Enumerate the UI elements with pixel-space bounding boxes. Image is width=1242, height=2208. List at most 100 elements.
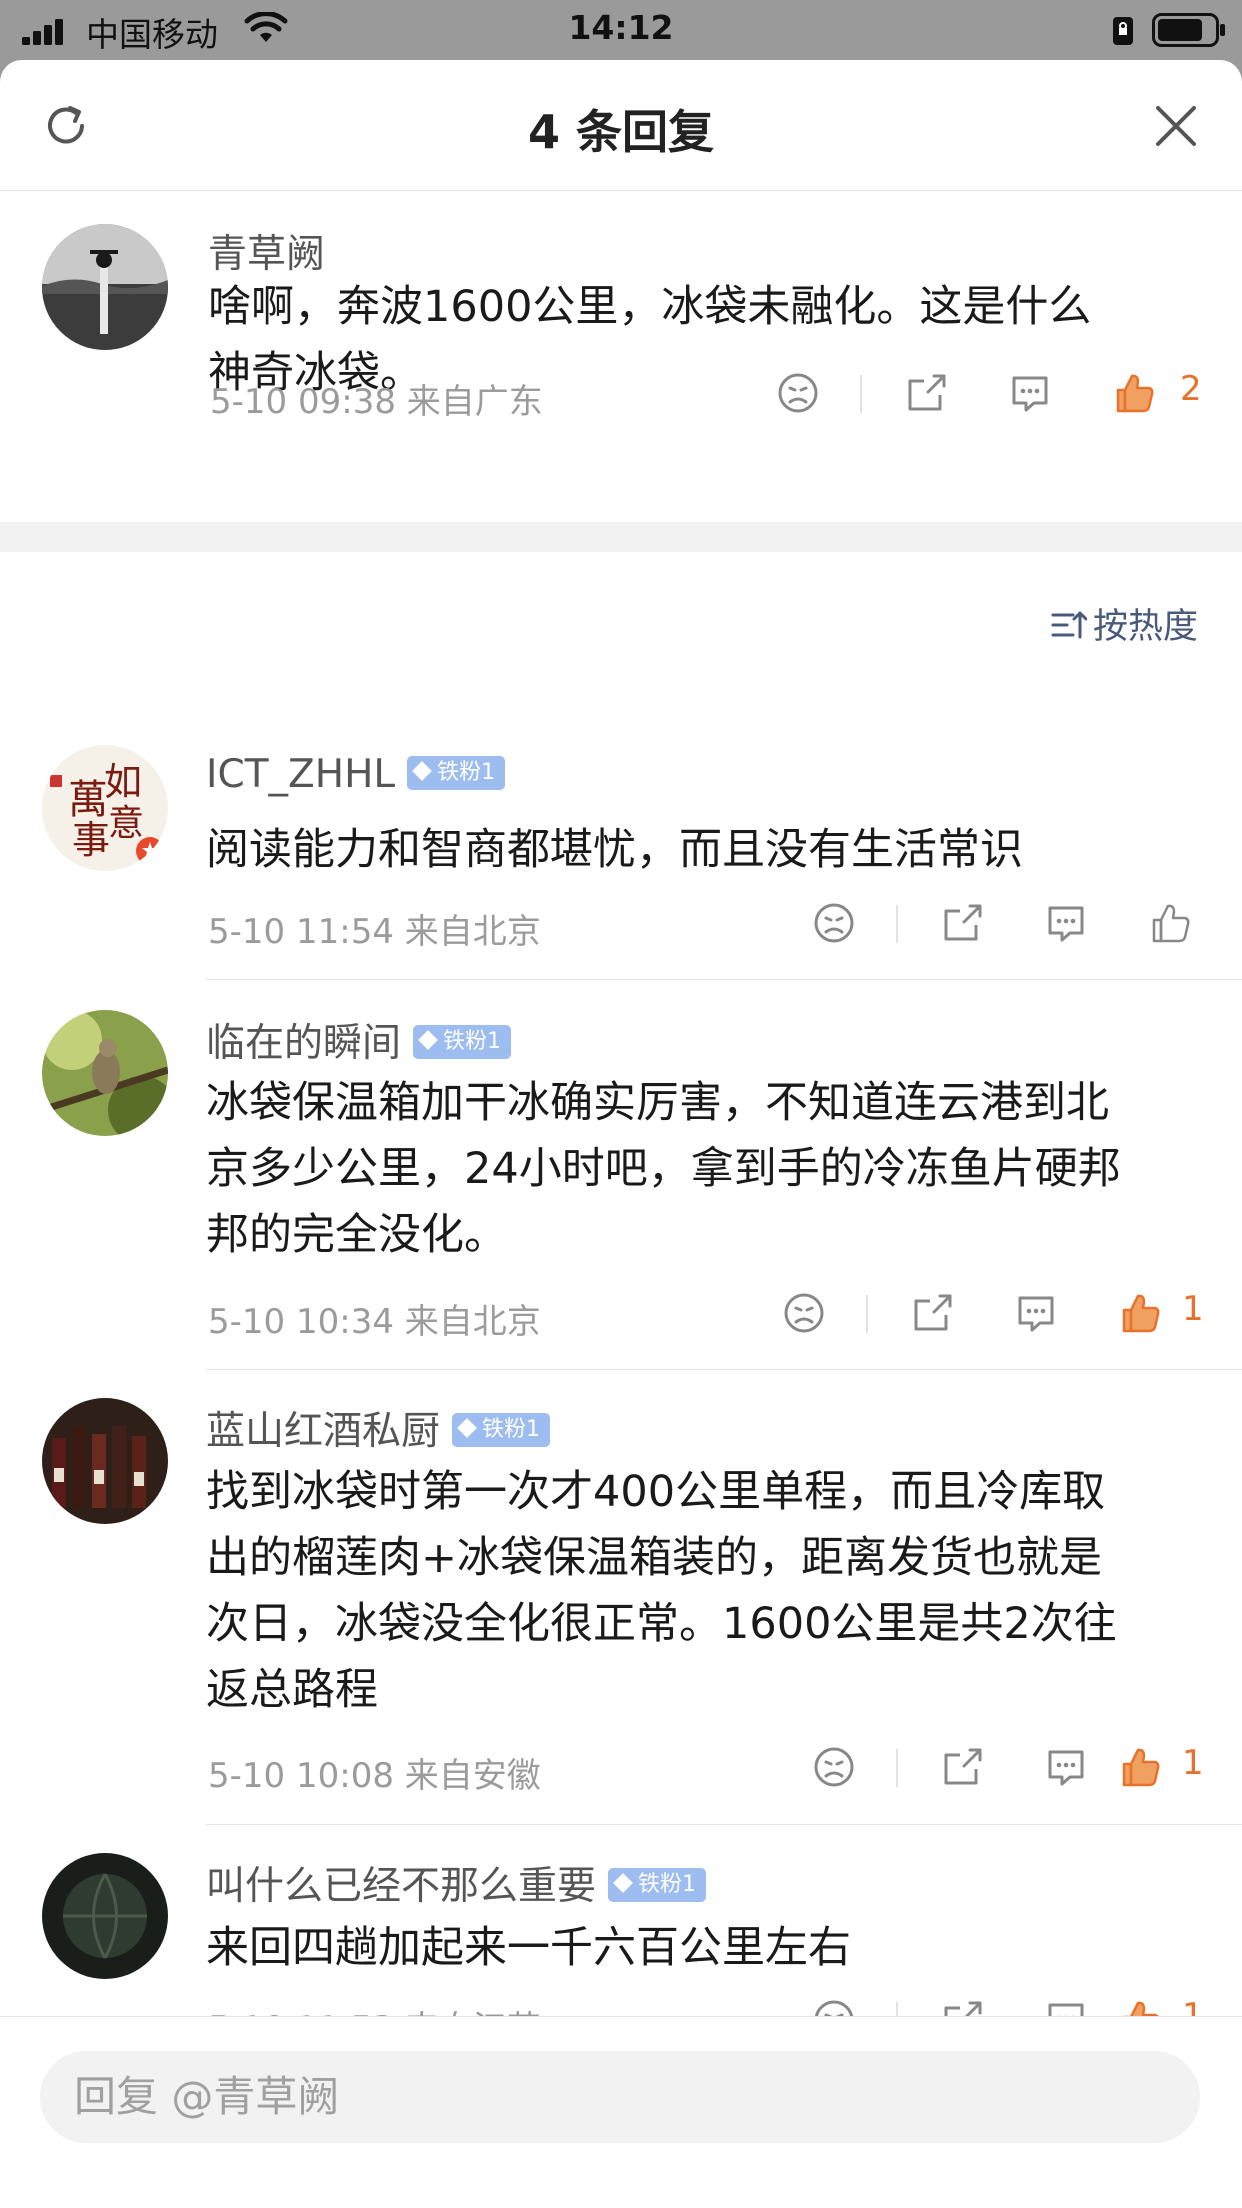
reply-item: 蓝山红酒私厨 铁粉1 找到冰袋时第一次才400公里单程，而且冷库取 出的榴莲肉+冰… <box>0 1370 1242 1825</box>
diamond-icon <box>418 1029 438 1050</box>
divider <box>896 1749 898 1787</box>
battery-icon <box>1152 13 1225 47</box>
diamond-icon <box>613 1872 633 1893</box>
comment-time: 5-10 10:08 <box>208 1756 394 1796</box>
comment-time: 5-10 10:34 <box>208 1302 394 1342</box>
sort-icon <box>1051 611 1087 639</box>
comment-icon[interactable] <box>1044 901 1088 945</box>
like-icon[interactable] <box>1118 1291 1162 1335</box>
content-line: 啥啊，奔波1600公里，冰袋未融化。这是什么 <box>208 282 1092 332</box>
avatar[interactable]: 萬 如 事 意 <box>42 745 168 871</box>
comment-meta: 5-10 10:08 来自安徽 <box>208 1748 541 1797</box>
comment-username[interactable]: 蓝山红酒私厨 铁粉1 <box>206 1400 551 1456</box>
username-text: 叫什么已经不那么重要 <box>206 1864 597 1909</box>
comment-content: 阅读能力和智商都堪忧，而且没有生活常识 <box>206 817 1206 883</box>
like-icon[interactable] <box>1112 371 1156 415</box>
comment-actions: 1 <box>782 1289 1212 1341</box>
page-title: 4 条回复 <box>527 105 715 159</box>
share-icon[interactable] <box>904 371 948 415</box>
share-icon[interactable] <box>940 901 984 945</box>
sort-button[interactable]: 按热度 <box>1051 598 1198 647</box>
username-text: ICT_ZHHL <box>206 752 396 797</box>
avatar[interactable] <box>42 1010 168 1136</box>
comment-location: 来自北京 <box>404 1302 541 1342</box>
diamond-icon <box>457 1417 477 1438</box>
divider <box>866 1295 868 1333</box>
content-line: 阅读能力和智商都堪忧，而且没有生活常识 <box>206 825 1023 875</box>
avatar[interactable] <box>42 1853 168 1979</box>
comment-content: 冰袋保温箱加干冰确实厉害，不知道连云港到北 京多少公里，24小时吧，拿到手的冷冻… <box>206 1070 1206 1268</box>
comment-time: 5-10 09:38 <box>210 382 396 422</box>
fan-badge: 铁粉1 <box>608 1867 707 1902</box>
divider <box>896 905 898 943</box>
comment-content: 来回四趟加起来一千六百公里左右 <box>206 1915 1206 1981</box>
comment-actions: 2 <box>776 369 1206 421</box>
like-count: 1 <box>1182 1743 1204 1783</box>
comment-username[interactable]: 临在的瞬间 铁粉1 <box>206 1012 512 1068</box>
status-bar: 中国移动 14:12 <box>0 0 1242 60</box>
content-line: 京多少公里，24小时吧，拿到手的冷冻鱼片硬邦 <box>206 1144 1121 1194</box>
diamond-icon <box>412 760 433 781</box>
avatar[interactable] <box>42 224 168 350</box>
like-count: 1 <box>1182 1289 1204 1329</box>
divider <box>860 375 862 413</box>
sort-label: 按热度 <box>1092 607 1198 647</box>
svg-text:意: 意 <box>108 803 144 844</box>
share-icon[interactable] <box>940 1745 984 1789</box>
username-text: 临在的瞬间 <box>206 1021 402 1066</box>
badge-label: 铁粉1 <box>443 1028 502 1054</box>
badge-label: 铁粉1 <box>482 1416 541 1442</box>
comment-actions: 1 <box>812 1743 1212 1795</box>
comment-location: 来自安徽 <box>404 1756 541 1796</box>
comment-content: 找到冰袋时第一次才400公里单程，而且冷库取 出的榴莲肉+冰袋保温箱装的，距离发… <box>206 1459 1206 1723</box>
share-icon[interactable] <box>910 1291 954 1335</box>
comment-actions <box>812 901 1212 951</box>
comment-location: 来自北京 <box>404 912 541 952</box>
avatar[interactable] <box>42 1398 168 1524</box>
fan-badge: 铁粉1 <box>452 1412 551 1447</box>
comment-username[interactable]: ICT_ZHHL 铁粉1 <box>206 752 506 797</box>
content-line: 找到冰袋时第一次才400公里单程，而且冷库取 <box>206 1467 1106 1517</box>
comment-time: 5-10 11:54 <box>208 912 394 952</box>
clock-time: 14:12 <box>568 8 674 47</box>
comment-meta: 5-10 09:38 来自广东 <box>210 374 543 423</box>
svg-text:事: 事 <box>72 818 110 862</box>
close-icon[interactable] <box>1152 102 1200 150</box>
root-comment: 青草阙 啥啊，奔波1600公里，冰袋未融化。这是什么 神奇冰袋。 5-10 09… <box>0 191 1242 521</box>
content-line: 冰袋保温箱加干冰确实厉害，不知道连云港到北 <box>206 1078 1109 1128</box>
svg-text:如: 如 <box>104 760 142 804</box>
dislike-icon[interactable] <box>776 371 820 415</box>
comment-username[interactable]: 青草阙 <box>208 223 325 279</box>
comment-meta: 5-10 11:54 来自北京 <box>208 904 541 953</box>
reply-item: 临在的瞬间 铁粉1 冰袋保温箱加干冰确实厉害，不知道连云港到北 京多少公里，24小… <box>0 980 1242 1370</box>
reply-item: 萬 如 事 意 ICT_ZHHL 铁粉1 阅读能力和智商都堪忧，而且没有生活常识 … <box>0 690 1242 980</box>
replies-sheet: 4 条回复 青草阙 啥啊，奔波1600公里，冰袋未融化。这是什么 神奇冰袋。 5… <box>0 60 1242 2208</box>
comment-username[interactable]: 叫什么已经不那么重要 铁粉1 <box>206 1855 707 1911</box>
comment-icon[interactable] <box>1014 1291 1058 1335</box>
reply-input[interactable]: 回复 @青草阙 <box>40 2051 1200 2143</box>
like-icon[interactable] <box>1118 1745 1162 1789</box>
fan-badge: 铁粉1 <box>407 755 506 790</box>
badge-label: 铁粉1 <box>638 1871 697 1897</box>
content-line: 邦的完全没化。 <box>206 1210 507 1260</box>
like-count: 2 <box>1180 369 1202 409</box>
content-line: 出的榴莲肉+冰袋保温箱装的，距离发货也就是 <box>206 1533 1103 1583</box>
username-text: 蓝山红酒私厨 <box>206 1409 441 1454</box>
comment-meta: 5-10 10:34 来自北京 <box>208 1294 541 1343</box>
reply-footer: 回复 @青草阙 <box>0 2016 1242 2149</box>
dislike-icon[interactable] <box>812 901 856 945</box>
section-gap <box>0 522 1242 552</box>
dislike-icon[interactable] <box>812 1745 856 1789</box>
like-icon[interactable] <box>1148 901 1192 945</box>
content-line: 返总路程 <box>206 1665 378 1715</box>
comment-icon[interactable] <box>1008 371 1052 415</box>
comment-icon[interactable] <box>1044 1745 1088 1789</box>
comment-location: 来自广东 <box>406 382 543 422</box>
badge-label: 铁粉1 <box>437 759 496 785</box>
content-line: 次日，冰袋没全化很正常。1600公里是共2次往 <box>206 1599 1117 1649</box>
dislike-icon[interactable] <box>782 1291 826 1335</box>
content-line: 来回四趟加起来一千六百公里左右 <box>206 1923 851 1973</box>
svg-text:萬: 萬 <box>68 777 108 823</box>
fan-badge: 铁粉1 <box>413 1024 512 1059</box>
sheet-header: 4 条回复 <box>0 60 1242 191</box>
